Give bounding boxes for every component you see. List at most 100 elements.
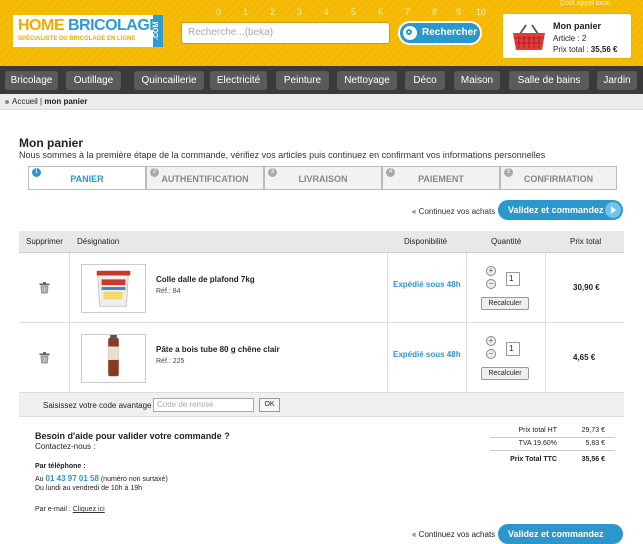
page-title: Mon panier xyxy=(19,136,84,150)
digit: 4 xyxy=(324,7,330,17)
arrow-right-icon xyxy=(605,202,621,218)
breadcrumb: Accueil | mon panier xyxy=(0,94,643,110)
step-label: CONFIRMATION xyxy=(523,174,594,184)
product-image[interactable] xyxy=(81,264,146,313)
column-divider xyxy=(545,253,546,323)
total-ttc-row: Prix Total TTC 35,56 € xyxy=(490,455,615,467)
breadcrumb-home[interactable]: Accueil xyxy=(12,97,38,106)
nav-item-deco[interactable]: Déco xyxy=(405,71,445,90)
quantity-input[interactable]: 1 xyxy=(506,272,520,286)
mini-cart[interactable]: Mon panier Article : 2 Prix total : 35,5… xyxy=(502,13,632,59)
column-divider xyxy=(387,253,388,323)
nav-item-electricite[interactable]: Electricité xyxy=(210,71,267,90)
step-livraison: 3 LIVRAISON xyxy=(264,166,382,190)
trash-icon[interactable] xyxy=(39,352,50,364)
logo-tagline: SPÉCIALISTE DU BRICOLAGE EN LIGNE xyxy=(18,36,136,42)
product-ref: Réf.: 225 xyxy=(156,358,185,365)
cart-total: Prix total : 35,56 € xyxy=(553,45,618,54)
validate-order-button[interactable]: Validez et commandez xyxy=(498,200,623,220)
step-label: PAIEMENT xyxy=(418,174,464,184)
product-name[interactable]: Colle dalle de plafond 7kg xyxy=(156,275,255,284)
basket-icon xyxy=(513,24,545,50)
column-divider xyxy=(387,323,388,393)
digit: 9 xyxy=(456,7,462,17)
product-ref: Réf.: 84 xyxy=(156,288,181,295)
product-image[interactable] xyxy=(81,334,146,383)
column-divider xyxy=(545,323,546,393)
continue-shopping-link-bottom[interactable]: « Continuez vos achats xyxy=(412,530,495,539)
search-button-label: Rechercher xyxy=(422,27,478,38)
quantity-input[interactable]: 1 xyxy=(506,342,520,356)
cart-title: Mon panier xyxy=(553,21,602,31)
nav-item-salle-de-bains[interactable]: Salle de bains xyxy=(509,71,589,90)
recalculate-button[interactable]: Recalculer xyxy=(481,297,529,310)
email-link[interactable]: Cliquez ici xyxy=(73,506,105,513)
promo-code-input[interactable]: Code de remise xyxy=(153,398,254,412)
promo-code-bar: Saisissez votre code avantage Code de re… xyxy=(19,393,624,417)
step-label: LIVRAISON xyxy=(298,174,348,184)
digit: 5 xyxy=(351,7,357,17)
increase-quantity-button[interactable]: + xyxy=(486,266,496,276)
continue-shopping-link[interactable]: « Continuez vos achats xyxy=(412,207,495,216)
promo-label: Saisissez votre code avantage xyxy=(43,401,152,410)
search-input[interactable]: Recherche...(beka) xyxy=(181,22,390,44)
table-row: Pâte a bois tube 80 g chêne clair Réf.: … xyxy=(19,323,624,393)
logo[interactable]: HOME BRICOLAGE SPÉCIALISTE DU BRICOLAGE … xyxy=(12,14,164,48)
nav-item-jardin[interactable]: Jardin xyxy=(597,71,637,90)
table-row: Colle dalle de plafond 7kg Réf.: 84 Expé… xyxy=(19,253,624,323)
trash-icon[interactable] xyxy=(39,282,50,294)
column-header: Prix total xyxy=(570,237,602,246)
step-confirmation: 5 CONFIRMATION xyxy=(500,166,617,190)
product-name[interactable]: Pâte a bois tube 80 g chêne clair xyxy=(156,345,280,354)
email-line: Par e-mail : Cliquez ici xyxy=(35,506,105,513)
line-total: 30,90 € xyxy=(573,283,600,292)
total-label: TVA 19,60% xyxy=(518,440,557,447)
site-header: HOME BRICOLAGE SPÉCIALISTE DU BRICOLAGE … xyxy=(0,0,643,66)
digit: 3 xyxy=(297,7,303,17)
nav-item-bricolage[interactable]: Bricolage xyxy=(5,71,58,90)
line-total: 4,65 € xyxy=(573,353,596,362)
phone-label: Par téléphone : xyxy=(35,463,86,470)
decrease-quantity-button[interactable]: − xyxy=(486,279,496,289)
validate-order-label: Validez et commandez xyxy=(508,205,604,215)
digit: 10 xyxy=(476,7,487,17)
total-label: Prix total HT xyxy=(518,427,557,434)
column-divider xyxy=(466,253,467,323)
promo-ok-button[interactable]: OK xyxy=(259,398,280,412)
page-subtitle: Nous sommes à la première étape de la co… xyxy=(19,150,546,160)
digit: 2 xyxy=(270,7,276,17)
digit: 7 xyxy=(405,7,411,17)
increase-quantity-button[interactable]: + xyxy=(486,336,496,346)
total-ht-row: Prix total HT 29,73 € xyxy=(490,426,615,438)
column-divider xyxy=(466,323,467,393)
recalculate-button[interactable]: Recalculer xyxy=(481,367,529,380)
help-contact: Contactez-nous : xyxy=(35,442,96,451)
step-label: AUTHENTIFICATION xyxy=(161,174,249,184)
opening-hours: Du lundi au vendredi de 10h à 19h xyxy=(35,485,143,492)
logo-com: .COM xyxy=(153,15,163,47)
step-paiement: 4 PAIEMENT xyxy=(382,166,500,190)
nav-item-nettoyage[interactable]: Nettoyage xyxy=(337,71,397,90)
total-value: 29,73 € xyxy=(581,427,605,434)
search-button[interactable]: Rechercher xyxy=(398,21,482,45)
top-link[interactable]: Coût appel local xyxy=(560,0,610,7)
column-header: Disponibilité xyxy=(404,237,448,246)
step-panier: 1 PANIER xyxy=(28,166,146,190)
column-header: Quantité xyxy=(491,237,522,246)
availability: Expédié sous 48h xyxy=(393,280,461,289)
column-header: Supprimer xyxy=(26,237,63,246)
nav-item-outillage[interactable]: Outillage xyxy=(66,71,121,90)
nav-item-quincaillerie[interactable]: Quincaillerie xyxy=(134,71,204,90)
step-label: PANIER xyxy=(70,174,104,184)
nav-item-peinture[interactable]: Peinture xyxy=(276,71,329,90)
nav-item-maison[interactable]: Maison xyxy=(454,71,500,90)
phone-number: 01 43 97 01 58 xyxy=(45,474,99,483)
column-divider xyxy=(69,323,70,393)
help-title: Besoin d'aide pour valider votre command… xyxy=(35,431,230,441)
breadcrumb-current: mon panier xyxy=(44,97,88,106)
decrease-quantity-button[interactable]: − xyxy=(486,349,496,359)
total-value: 35,56 € xyxy=(581,456,605,463)
main-nav: Bricolage Outillage Quincaillerie Electr… xyxy=(0,66,643,94)
validate-order-button-bottom[interactable]: Validez et commandez xyxy=(498,524,623,544)
bullet-icon xyxy=(5,99,9,104)
